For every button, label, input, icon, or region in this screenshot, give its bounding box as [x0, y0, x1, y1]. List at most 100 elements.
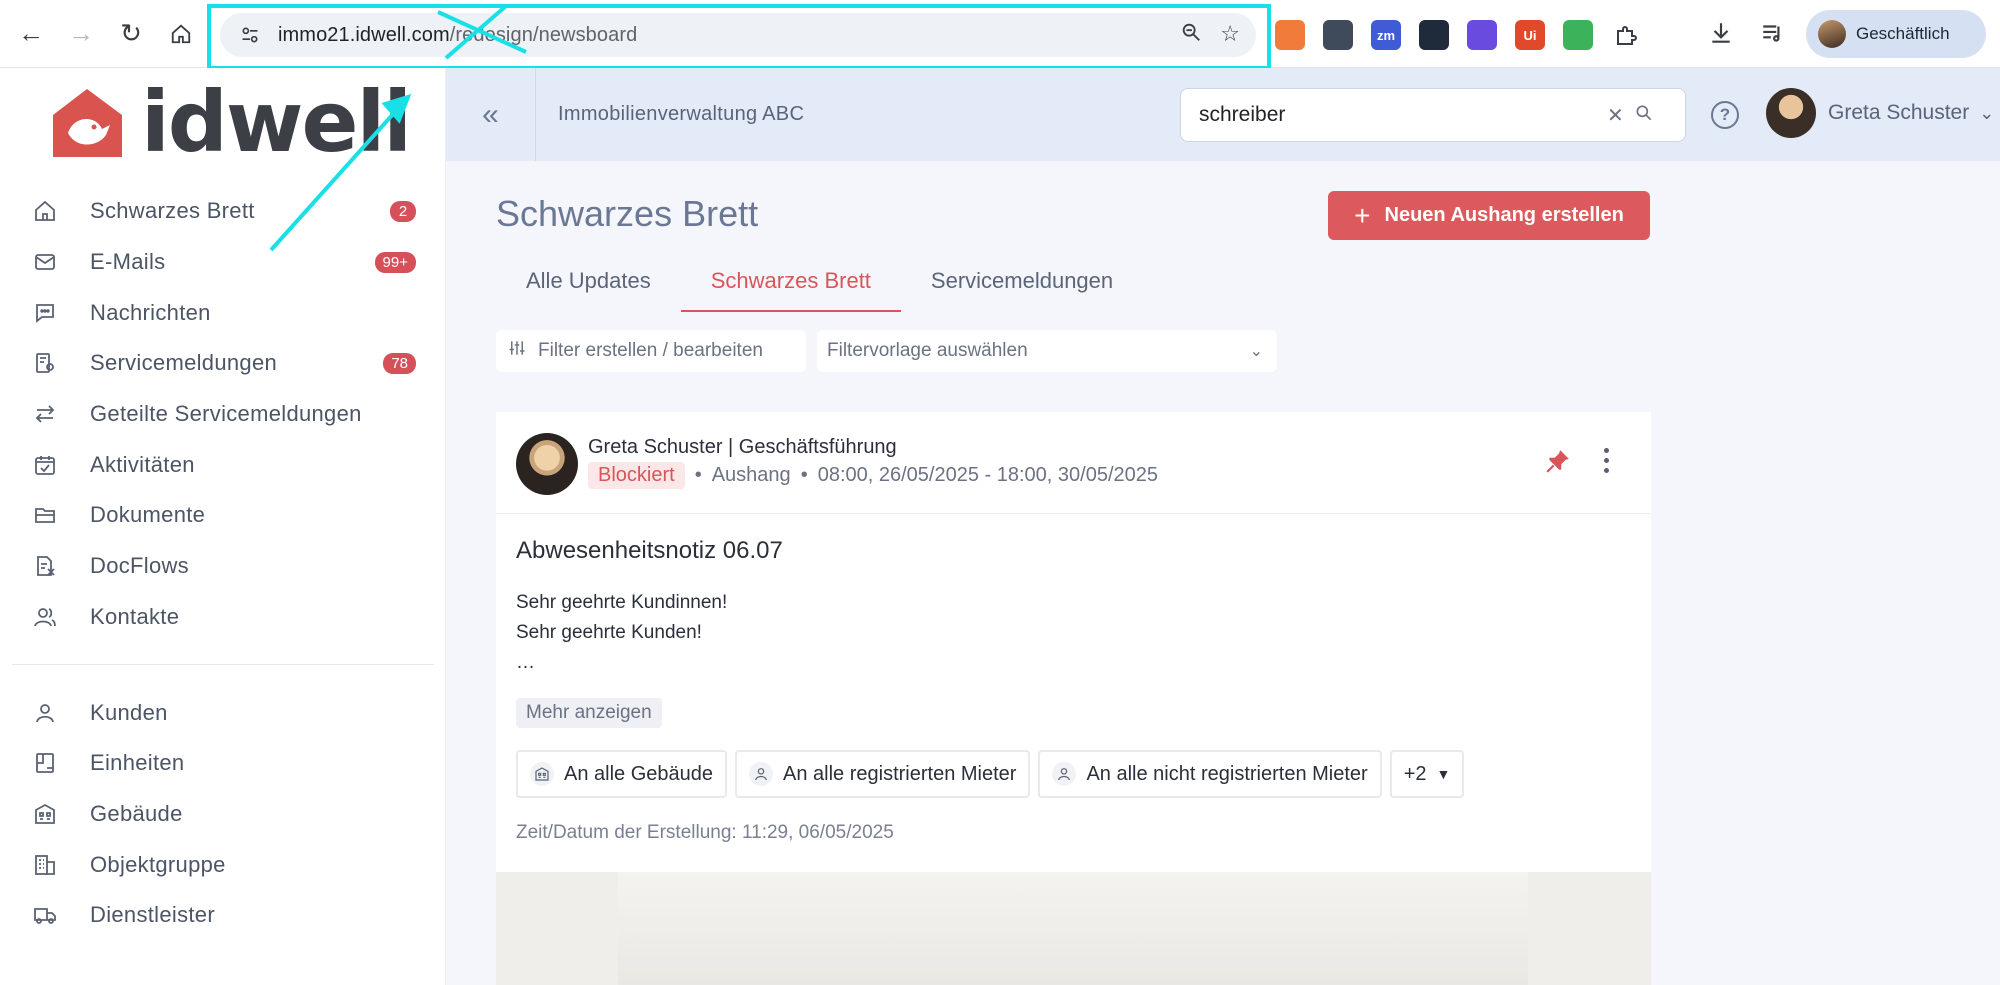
user-name: Greta Schuster: [1828, 101, 1970, 124]
code-extension[interactable]: [1563, 20, 1593, 50]
hex-extension[interactable]: [1419, 20, 1449, 50]
sidebar-item-gebaeude[interactable]: Gebäude: [0, 789, 446, 840]
tab-schwarzes-brett[interactable]: Schwarzes Brett: [680, 268, 901, 312]
star-extension[interactable]: [1467, 20, 1497, 50]
sidebar-item-dokumente[interactable]: Dokumente: [0, 490, 446, 541]
search-input[interactable]: [1199, 103, 1599, 127]
download-icon[interactable]: [1708, 20, 1734, 51]
audience-chip[interactable]: An alle registrierten Mieter: [735, 750, 1031, 798]
sidebar-item-geteilte-servicemeldungen[interactable]: Geteilte Servicemeldungen: [0, 389, 446, 440]
puzzle-extension[interactable]: [1611, 20, 1641, 50]
new-post-button[interactable]: + Neuen Aushang erstellen: [1328, 191, 1650, 240]
post-body-line: Sehr geehrte Kunden!: [516, 622, 702, 643]
media-queue-icon[interactable]: [1760, 20, 1786, 51]
sidebar-item-einheiten[interactable]: Einheiten: [0, 738, 446, 789]
tab-servicemeldungen[interactable]: Servicemeldungen: [901, 268, 1143, 312]
audience-more-label: +2: [1403, 762, 1427, 785]
help-icon[interactable]: ?: [1711, 101, 1739, 129]
puzzle-tool-extension[interactable]: [1323, 20, 1353, 50]
filter-edit-button[interactable]: Filter erstellen / bearbeiten: [496, 330, 806, 372]
filter-template-select[interactable]: Filtervorlage auswählen ⌄: [817, 330, 1277, 372]
audience-more-dropdown[interactable]: +2 ▼: [1389, 750, 1465, 798]
sidebar-item-label: Dienstleister: [90, 902, 215, 928]
post-meta: Blockiert • Aushang • 08:00, 26/05/2025 …: [588, 462, 1158, 489]
layout-extension[interactable]: [1275, 20, 1305, 50]
reload-icon[interactable]: ↻: [106, 9, 156, 59]
organization-name: Immobilienverwaltung ABC: [558, 103, 805, 125]
logo-house-icon: [50, 85, 125, 160]
unit-icon: [32, 750, 58, 776]
filter-template-label: Filtervorlage auswählen: [827, 340, 1028, 361]
sidebar-item-docflows[interactable]: DocFlows: [0, 541, 446, 592]
extensions-bar: zm Ui: [1275, 12, 1641, 58]
ui-extension[interactable]: Ui: [1515, 20, 1545, 50]
chevron-down-icon: ⌄: [1979, 102, 1995, 123]
sidebar-item-e-mails[interactable]: E-Mails 99+: [0, 237, 446, 288]
sidebar-item-schwarzes-brett[interactable]: Schwarzes Brett 2: [0, 186, 446, 237]
user-menu[interactable]: Greta Schuster ⌄: [1766, 88, 1994, 138]
post-body-line: …: [516, 652, 535, 673]
sidebar-item-label: Einheiten: [90, 750, 185, 776]
sidebar-item-nachrichten[interactable]: Nachrichten: [0, 287, 446, 338]
app-logo[interactable]: idwell: [50, 73, 412, 171]
sidebar-item-objektgruppe[interactable]: Objektgruppe: [0, 839, 446, 890]
tab-bar: Alle Updates Schwarzes Brett Servicemeldun…: [496, 268, 1143, 312]
show-more-button[interactable]: Mehr anzeigen: [516, 698, 662, 728]
collapse-sidebar-icon[interactable]: «: [446, 68, 536, 161]
sidebar-item-kunden[interactable]: Kunden: [0, 687, 446, 738]
pin-icon[interactable]: [1545, 448, 1571, 479]
profile-avatar: [1818, 20, 1846, 48]
audience-chips: An alle Gebäude An alle registrierten Mie…: [516, 750, 1465, 798]
browser-profile-chip[interactable]: Geschäftlich: [1806, 10, 1986, 58]
folder-icon: [32, 502, 58, 528]
sidebar: idwell Schwarzes Brett 2 E-Mails 99+ Nachric…: [0, 68, 446, 985]
sidebar-item-label: Objektgruppe: [90, 851, 226, 877]
annotation-highlight-box: [207, 4, 1271, 70]
post-period: 08:00, 26/05/2025 - 18:00, 30/05/2025: [817, 464, 1158, 486]
meta-dot: •: [694, 464, 702, 486]
page-title: Schwarzes Brett: [496, 193, 759, 234]
meta-dot: •: [800, 464, 808, 486]
chat-icon: [32, 300, 58, 326]
forward-icon[interactable]: →: [56, 9, 106, 59]
global-search[interactable]: ✕: [1180, 88, 1686, 142]
sidebar-divider: [12, 664, 434, 666]
clear-search-icon[interactable]: ✕: [1607, 103, 1624, 128]
logo-wordmark: idwell: [141, 73, 412, 171]
truck-icon: [32, 902, 58, 928]
sidebar-item-aktivitaeten[interactable]: Aktivitäten: [0, 439, 446, 490]
author-avatar: [516, 433, 578, 495]
back-icon[interactable]: ←: [6, 9, 56, 59]
home-icon: [32, 198, 58, 224]
sidebar-item-label: Nachrichten: [90, 299, 211, 325]
caret-down-icon: ▼: [1436, 766, 1451, 782]
post-type: Aushang: [711, 464, 791, 486]
audience-chip[interactable]: An alle nicht registrierten Mieter: [1038, 750, 1382, 798]
building-icon: [32, 801, 58, 827]
sidebar-item-label: Dokumente: [90, 502, 206, 528]
sliders-icon: [508, 339, 526, 363]
more-options-icon[interactable]: [1601, 448, 1611, 473]
post-body-line: Sehr geehrte Kundinnen!: [516, 592, 728, 613]
tab-alle-updates[interactable]: Alle Updates: [496, 268, 681, 312]
post-image[interactable]: [496, 872, 1651, 985]
contacts-icon: [32, 604, 58, 630]
user-icon: [32, 700, 58, 726]
building-icon: [530, 762, 554, 786]
search-icon[interactable]: [1634, 103, 1654, 128]
audience-chip[interactable]: An alle Gebäude: [516, 750, 728, 798]
post-card: Greta Schuster | Geschäftsführung Blocki…: [496, 412, 1651, 985]
mail-icon: [32, 249, 58, 275]
sidebar-item-label: Aktivitäten: [90, 451, 195, 477]
zm-extension[interactable]: zm: [1371, 20, 1401, 50]
sidebar-item-kontakte[interactable]: Kontakte: [0, 592, 446, 643]
sidebar-item-label: Kontakte: [90, 603, 180, 629]
count-badge: 2: [390, 200, 416, 222]
audience-chip-label: An alle nicht registrierten Mieter: [1086, 762, 1368, 785]
status-badge: Blockiert: [588, 462, 685, 489]
count-badge: 99+: [374, 251, 416, 273]
sidebar-item-servicemeldungen[interactable]: Servicemeldungen 78: [0, 338, 446, 389]
sidebar-item-label: Servicemeldungen: [90, 350, 278, 376]
sidebar-item-dienstleister[interactable]: Dienstleister: [0, 890, 446, 941]
home-icon[interactable]: [156, 9, 206, 59]
